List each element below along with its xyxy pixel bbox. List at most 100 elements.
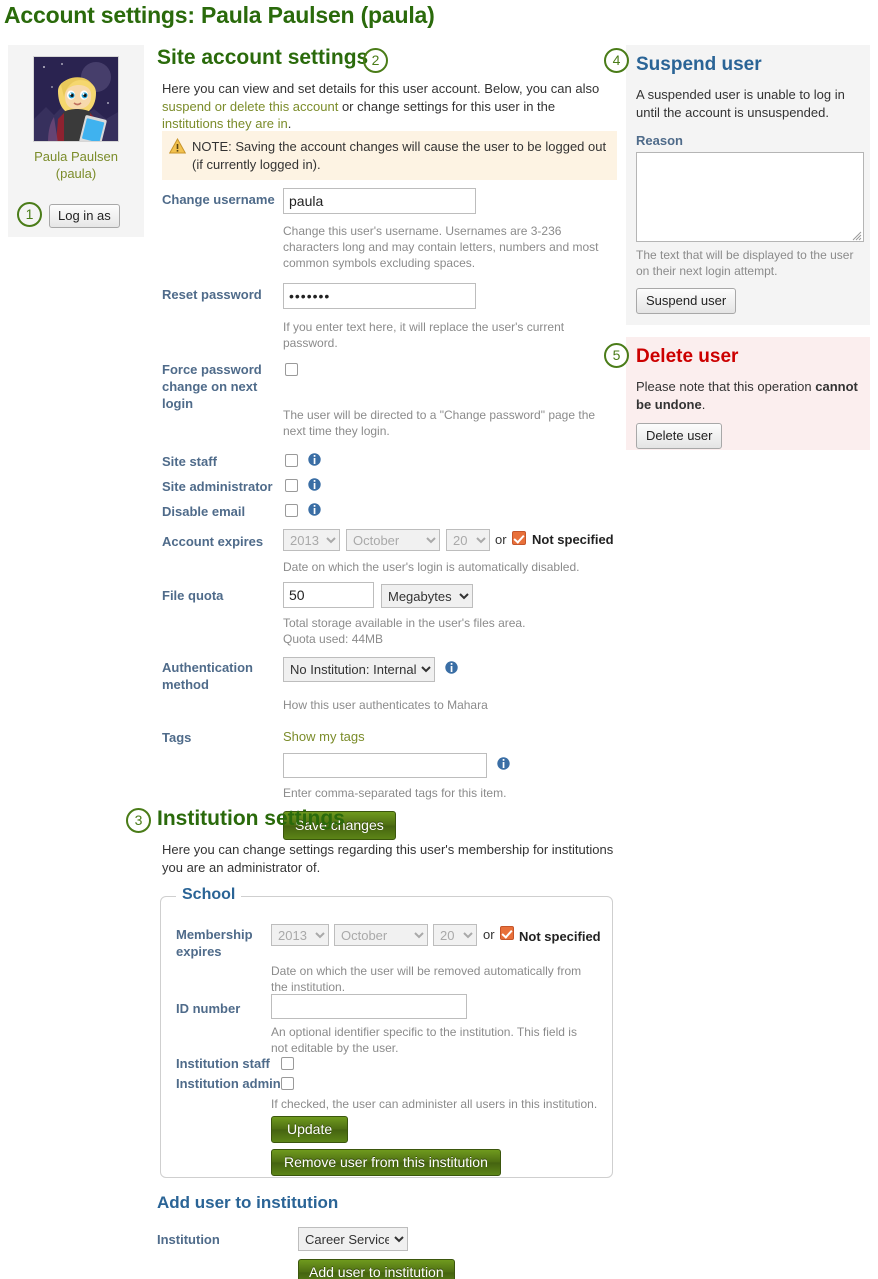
- membership-expires-day-select[interactable]: 20: [433, 924, 477, 946]
- institution-settings-heading: Institution settings: [157, 807, 345, 830]
- step-badge-2: 2: [363, 48, 388, 73]
- field-file-quota: File quota Megabytes: [157, 582, 622, 612]
- membership-expires-not-specified-checkbox[interactable]: [500, 926, 514, 940]
- suspend-user-card: Suspend user A suspended user is unable …: [626, 45, 870, 325]
- institution-select[interactable]: Career Service: [298, 1227, 408, 1251]
- add-user-to-institution-button[interactable]: Add user to institution: [298, 1259, 455, 1279]
- add-user-institution-row: Institution Career Service: [157, 1227, 627, 1253]
- account-expires-not-specified-checkbox[interactable]: [512, 531, 526, 545]
- membership-expires-month-select[interactable]: October: [334, 924, 428, 946]
- account-expires-not-specified-label: Not specified: [532, 532, 614, 547]
- suspend-or-delete-link[interactable]: suspend or delete this account: [162, 99, 338, 114]
- id-number-label: ID number: [176, 1001, 241, 1016]
- profile-username: (paula): [55, 166, 97, 181]
- suspend-button-row: Suspend user: [636, 288, 858, 314]
- site-account-form: Change username Change this user's usern…: [157, 188, 622, 840]
- reset-password-label: Reset password: [162, 287, 262, 302]
- delete-note-a: Please note that this operation: [636, 379, 816, 394]
- disable-email-checkbox[interactable]: [285, 504, 298, 517]
- force-password-change-help: The user will be directed to a "Change p…: [283, 408, 596, 438]
- tags-label: Tags: [162, 730, 192, 745]
- field-authentication-method: Authentication method No Institution: In…: [157, 657, 622, 692]
- site-administrator-checkbox[interactable]: [285, 479, 298, 492]
- reset-password-input[interactable]: [283, 283, 476, 309]
- institution-admin-label: Institution admin: [176, 1076, 281, 1091]
- membership-expires-not-specified-label: Not specified: [519, 929, 601, 944]
- account-expires-year-select[interactable]: 2013: [283, 529, 340, 551]
- id-number-input[interactable]: [271, 994, 467, 1019]
- info-icon[interactable]: [497, 757, 510, 770]
- note-banner: NOTE: Saving the account changes will ca…: [162, 131, 617, 180]
- institution-admin-checkbox[interactable]: [281, 1077, 294, 1090]
- account-settings-page: Account settings: Paula Paulsen (paula): [0, 0, 878, 1279]
- site-staff-label: Site staff: [162, 454, 217, 469]
- step-badge-1: 1: [17, 202, 42, 227]
- page-title: Account settings: Paula Paulsen (paula): [4, 2, 435, 28]
- intro-text-b: or change settings for this user in the: [338, 98, 556, 114]
- delete-user-button[interactable]: Delete user: [636, 423, 723, 449]
- account-expires-or-text: or: [495, 532, 507, 547]
- file-quota-input[interactable]: [283, 582, 374, 608]
- field-site-staff: Site staff: [157, 451, 622, 476]
- reset-password-help: If you enter text here, it will replace …: [283, 320, 565, 350]
- info-icon[interactable]: [308, 453, 321, 466]
- update-button[interactable]: Update: [271, 1116, 349, 1143]
- authentication-method-select[interactable]: No Institution: Internal: [283, 657, 435, 682]
- suspend-reason-label: Reason: [636, 133, 683, 148]
- step-badge-5: 5: [604, 343, 629, 368]
- file-quota-label: File quota: [162, 588, 224, 603]
- info-icon[interactable]: [308, 478, 321, 491]
- institution-admin-help: If checked, the user can administer all …: [271, 1097, 598, 1111]
- info-icon[interactable]: [308, 503, 321, 516]
- remove-user-from-institution-button[interactable]: Remove user from this institution: [271, 1149, 501, 1176]
- authentication-method-label: Authentication method: [162, 660, 253, 692]
- site-administrator-label: Site administrator: [162, 479, 273, 494]
- account-expires-month-select[interactable]: October: [346, 529, 440, 551]
- file-quota-unit-select[interactable]: Megabytes: [381, 584, 473, 608]
- delete-button-row: Delete user: [636, 423, 858, 449]
- tags-input[interactable]: [283, 753, 487, 778]
- suspend-user-button[interactable]: Suspend user: [636, 288, 737, 314]
- membership-expires-or-text: or: [483, 927, 495, 942]
- add-user-to-institution-section: Add user to institution Institution Care…: [157, 1193, 627, 1279]
- step-badge-4: 4: [604, 48, 629, 73]
- authentication-method-help: How this user authenticates to Mahara: [283, 698, 488, 712]
- suspend-user-heading: Suspend user: [636, 54, 762, 75]
- file-quota-help-line1: Total storage available in the user's fi…: [283, 616, 526, 630]
- force-password-change-checkbox[interactable]: [285, 363, 298, 376]
- suspend-reason-textarea[interactable]: [636, 152, 864, 242]
- site-staff-checkbox[interactable]: [285, 454, 298, 467]
- field-reset-password: Reset password: [157, 283, 622, 319]
- profile-name: Paula Paulsen: [34, 149, 118, 164]
- institution-staff-label: Institution staff: [176, 1056, 270, 1071]
- warning-icon: [168, 137, 187, 154]
- intro-text-c: .: [287, 116, 292, 131]
- log-in-as-button[interactable]: Log in as: [49, 204, 120, 228]
- suspend-description: A suspended user is unable to log in unt…: [636, 87, 845, 120]
- file-quota-help-line2: Quota used: 44MB: [283, 632, 384, 646]
- info-icon[interactable]: [445, 661, 458, 674]
- add-user-button-row: Add user to institution: [298, 1259, 768, 1279]
- fieldset-legend-school: School: [176, 886, 242, 904]
- delete-note-b: .: [701, 396, 706, 412]
- change-username-input[interactable]: [283, 188, 476, 214]
- disable-email-label: Disable email: [162, 504, 246, 519]
- note-text: NOTE: Saving the account changes will ca…: [192, 139, 607, 172]
- delete-note: Please note that this operation cannot b…: [636, 378, 858, 413]
- intro-text-a: Here you can view and set details for th…: [162, 81, 600, 96]
- suspend-help: The text that will be displayed to the u…: [636, 248, 854, 278]
- account-expires-help: Date on which the user's login is automa…: [283, 560, 580, 574]
- account-expires-day-select[interactable]: 20: [446, 529, 490, 551]
- field-account-expires: Account expires 2013 October 20 or Not s…: [157, 529, 622, 555]
- field-tags: Tags Show my tags: [157, 729, 622, 749]
- step-badge-3: 3: [126, 808, 151, 833]
- institution-select-label: Institution: [157, 1232, 220, 1247]
- institutions-link[interactable]: institutions they are in: [162, 116, 288, 131]
- show-my-tags-link[interactable]: Show my tags: [283, 729, 365, 744]
- membership-expires-year-select[interactable]: 2013: [271, 924, 329, 946]
- institution-settings-section: Institution settings Here you can change…: [157, 806, 627, 876]
- institution-staff-checkbox[interactable]: [281, 1057, 294, 1070]
- resize-grip-icon[interactable]: [851, 229, 862, 241]
- site-account-intro: Here you can view and set details for th…: [162, 80, 617, 133]
- membership-expires-help: Date on which the user will be removed a…: [271, 964, 582, 994]
